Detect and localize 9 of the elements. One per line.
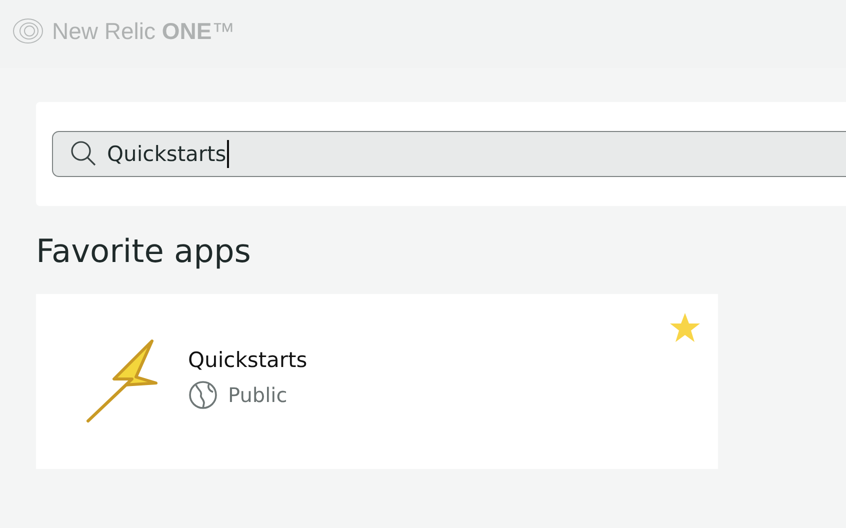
app-name: Quickstarts — [188, 348, 308, 372]
logo-icon — [12, 17, 44, 45]
search-field[interactable]: Quickstarts — [52, 131, 846, 177]
logo-text: New Relic ONE™ — [52, 18, 235, 44]
visibility-label: Public — [228, 382, 288, 406]
app-card[interactable]: Quickstarts Public — [36, 294, 718, 469]
favorite-star-icon[interactable] — [669, 312, 701, 343]
globe-icon — [188, 380, 218, 410]
section-title: Favorite apps — [36, 231, 252, 272]
